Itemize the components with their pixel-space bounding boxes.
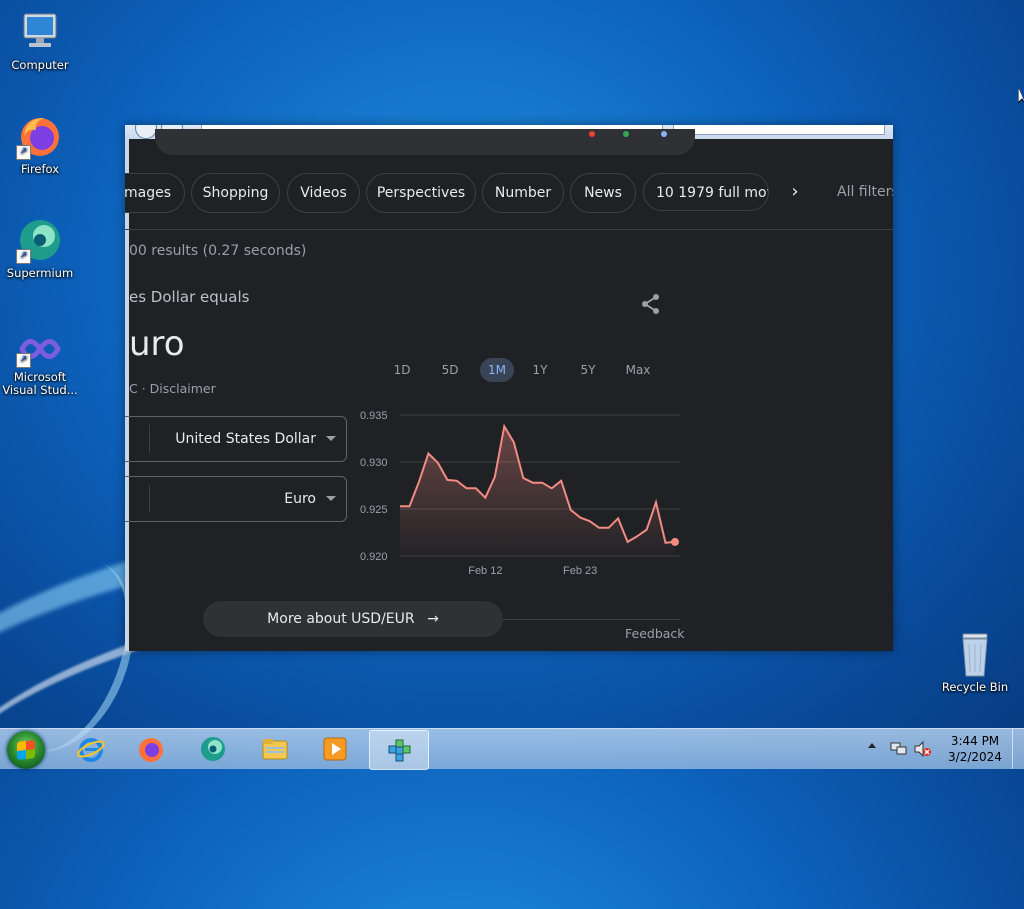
tab-videos[interactable]: Videos: [287, 173, 360, 213]
start-button[interactable]: [7, 731, 45, 769]
taskbar-active-app[interactable]: [369, 730, 429, 770]
taskbar: 3:44 PM 3/2/2024: [0, 728, 1024, 769]
search-tabs: mages Shopping Videos Perspectives Numbe…: [125, 173, 893, 213]
to-currency-select[interactable]: Euro: [125, 476, 347, 522]
back-icon[interactable]: [135, 125, 157, 139]
range-max[interactable]: Max: [618, 358, 658, 382]
system-clock[interactable]: 3:44 PM 3/2/2024: [944, 733, 1006, 765]
y-tick-label: 0.935: [360, 410, 388, 422]
volume-muted-icon[interactable]: [914, 741, 932, 757]
tab-images[interactable]: mages: [125, 173, 185, 213]
x-tick-label: Feb 23: [563, 565, 597, 577]
divider: [149, 485, 150, 513]
firefox-icon: [137, 735, 165, 763]
shortcut-arrow-icon: ↗: [16, 249, 31, 264]
desktop-icon-computer[interactable]: Computer: [0, 8, 80, 72]
taskbar-supermium[interactable]: [184, 730, 242, 768]
from-currency-select[interactable]: United States Dollar: [125, 416, 347, 462]
from-currency-name: United States Dollar: [175, 417, 316, 461]
tab-shopping[interactable]: Shopping: [191, 173, 280, 213]
divider: [125, 229, 893, 230]
visual-studio-icon: ↗: [16, 330, 64, 368]
folder-icon: [261, 735, 289, 763]
desktop-icon-label: Microsoft Visual Stud...: [0, 371, 80, 397]
supermium-icon: [199, 735, 227, 763]
tab-strip[interactable]: [673, 125, 885, 135]
app-grid-icon: [385, 736, 413, 764]
mic-icon[interactable]: [589, 131, 595, 137]
range-1y[interactable]: 1Y: [521, 358, 559, 382]
desktop-icon-supermium[interactable]: ↗ Supermium: [0, 216, 80, 280]
taskbar-firefox[interactable]: [122, 730, 180, 768]
tab-perspectives[interactable]: Perspectives: [366, 173, 476, 213]
desktop-icon-label: Recycle Bin: [935, 681, 1015, 694]
converter-result: uro: [129, 323, 185, 365]
desktop-icon-visual-studio[interactable]: ↗ Microsoft Visual Stud...: [0, 330, 80, 397]
divider: [503, 619, 680, 620]
share-icon[interactable]: [640, 293, 662, 315]
taskbar-file-explorer[interactable]: [246, 730, 304, 768]
shortcut-arrow-icon: ↗: [16, 353, 31, 368]
tab-news[interactable]: News: [570, 173, 636, 213]
range-1d[interactable]: 1D: [383, 358, 421, 382]
shortcut-arrow-icon: ↗: [16, 145, 31, 160]
dropdown-caret-icon: [326, 436, 336, 441]
computer-icon: [16, 8, 64, 56]
chevron-right-icon[interactable]: ›: [780, 173, 810, 211]
desktop-icon-label: Firefox: [0, 163, 80, 176]
all-filters-button[interactable]: All filters: [837, 173, 893, 211]
range-5d[interactable]: 5D: [431, 358, 469, 382]
desktop-icon-firefox[interactable]: ↗ Firefox: [0, 112, 80, 176]
chart-last-point: [671, 538, 679, 546]
firefox-icon: ↗: [16, 112, 64, 160]
taskbar-media-player[interactable]: [306, 730, 364, 768]
media-player-icon: [321, 735, 349, 763]
dropdown-caret-icon: [326, 496, 336, 501]
y-tick-label: 0.920: [360, 551, 388, 563]
lens-icon[interactable]: [623, 131, 629, 137]
to-currency-name: Euro: [284, 477, 316, 521]
y-tick-label: 0.930: [360, 457, 388, 469]
chart-area: [400, 426, 675, 556]
desktop-icon-label: Computer: [0, 59, 80, 72]
supermium-icon: ↗: [16, 216, 64, 264]
clock-date: 3/2/2024: [944, 749, 1006, 765]
internet-explorer-icon: [77, 735, 105, 763]
taskbar-internet-explorer[interactable]: [62, 730, 120, 768]
feedback-link[interactable]: Feedback: [625, 626, 685, 641]
desktop-icon-recycle-bin[interactable]: Recycle Bin: [935, 630, 1015, 694]
show-hidden-icons[interactable]: [868, 743, 876, 748]
rate-chart[interactable]: 0.935 0.930 0.925 0.920 Feb 12 Feb 23: [355, 407, 685, 587]
search-icon[interactable]: [661, 131, 667, 137]
desktop-icon-label: Supermium: [0, 267, 80, 280]
show-desktop-button[interactable]: [1012, 729, 1024, 769]
converter-equals-text: es Dollar equals: [129, 288, 249, 306]
range-1m[interactable]: 1M: [480, 358, 514, 382]
x-tick-label: Feb 12: [468, 565, 502, 577]
disclaimer-link[interactable]: C · Disclaimer: [129, 381, 216, 396]
network-icon[interactable]: [890, 741, 908, 757]
search-box[interactable]: [155, 129, 695, 155]
range-5y[interactable]: 5Y: [569, 358, 607, 382]
clock-time: 3:44 PM: [944, 733, 1006, 749]
y-tick-label: 0.925: [360, 504, 388, 516]
more-about-label: More about USD/EUR: [267, 611, 414, 627]
browser-window: mages Shopping Videos Perspectives Numbe…: [125, 125, 893, 651]
more-about-button[interactable]: More about USD/EUR →: [203, 601, 503, 637]
tab-related-query[interactable]: 10 1979 full movie: [643, 173, 769, 211]
divider: [149, 425, 150, 453]
recycle-bin-icon: [951, 630, 999, 678]
arrow-right-icon: →: [427, 611, 439, 627]
tab-number[interactable]: Number: [482, 173, 564, 213]
results-stats: 00 results (0.27 seconds): [129, 243, 306, 259]
mouse-cursor-icon: [1018, 87, 1024, 107]
